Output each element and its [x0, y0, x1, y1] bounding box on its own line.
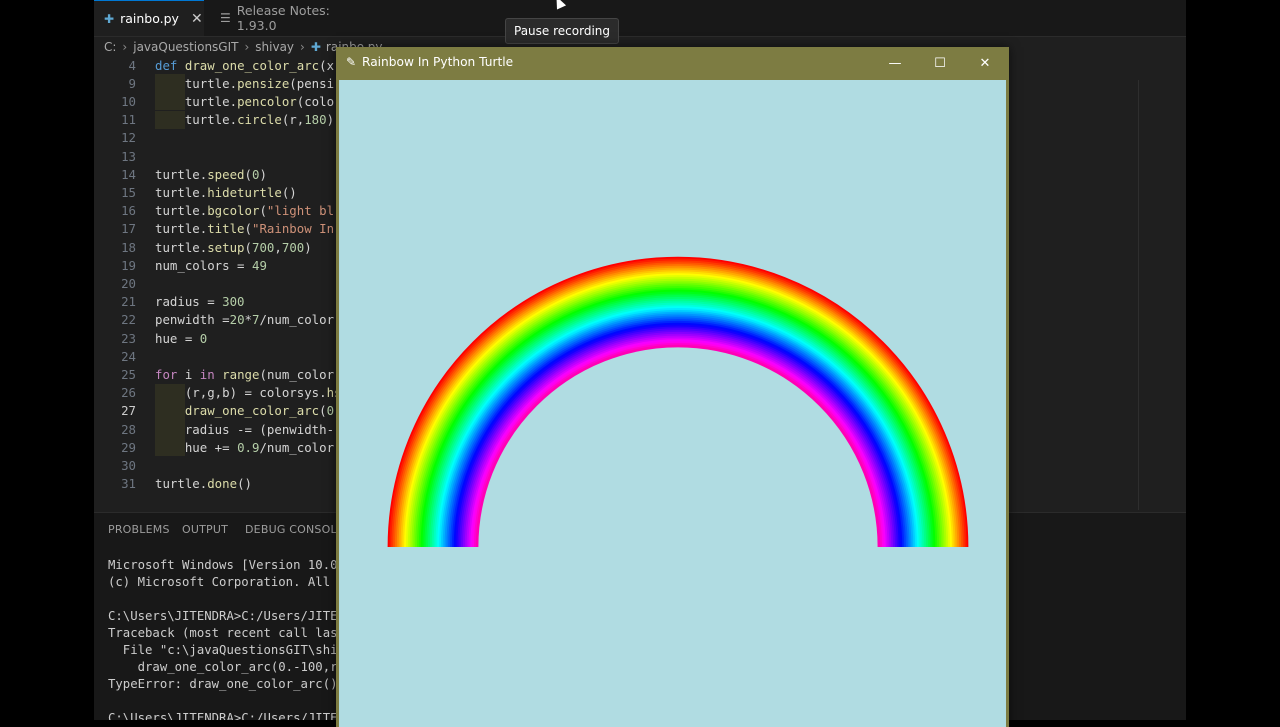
line-number: 14	[121, 166, 136, 182]
editor-ruler	[1138, 80, 1139, 510]
terminal-line: TypeError: draw_one_color_arc() m	[108, 677, 353, 691]
terminal-output[interactable]: Microsoft Windows [Version 10.0.2 (c) Mic…	[108, 557, 352, 720]
line-number: 17	[121, 221, 136, 237]
line-number: 29	[121, 439, 136, 455]
terminal-line: draw_one_color_arc(0.-100,rad	[108, 660, 353, 674]
turtle-title-bar[interactable]: ✎ Rainbow In Python Turtle — ☐ ✕	[336, 47, 1009, 79]
code-text: penwidth =20*7/num_color	[155, 312, 335, 328]
line-number: 21	[121, 294, 136, 310]
indent-highlight	[155, 110, 185, 129]
breadcrumb-folder[interactable]: javaQuestionsGIT	[133, 40, 238, 54]
close-button[interactable]: ✕	[962, 47, 1008, 79]
feather-icon: ✎	[346, 55, 357, 69]
tooltip-label: Pause recording	[514, 24, 610, 38]
turtle-window: ✎ Rainbow In Python Turtle — ☐ ✕	[336, 47, 1009, 727]
line-number: 18	[121, 239, 136, 255]
code-text: hue = 0	[155, 330, 208, 346]
terminal-line: C:\Users\JITENDRA>C:/Users/JITEND	[108, 711, 353, 720]
tab-label: Release Notes: 1.93.0	[236, 3, 330, 33]
tab-problems[interactable]: PROBLEMS	[108, 523, 170, 536]
line-number: 27	[121, 403, 136, 419]
code-text: num_colors = 49	[155, 257, 267, 273]
turtle-drawing	[339, 80, 1006, 727]
document-icon: ☰	[220, 11, 231, 25]
turtle-canvas	[339, 80, 1006, 727]
line-number: 12	[121, 130, 136, 146]
tab-output[interactable]: OUTPUT	[182, 523, 228, 536]
chevron-right-icon: ›	[244, 40, 250, 54]
python-file-icon: ✚	[310, 40, 321, 54]
line-number: 11	[121, 112, 136, 128]
window-title: Rainbow In Python Turtle	[362, 55, 514, 69]
line-number: 15	[121, 184, 136, 200]
terminal-line: File "c:\javaQuestionsGIT\shiva	[108, 643, 353, 657]
line-number: 13	[121, 148, 136, 164]
code-text: turtle.setup(700,700)	[155, 239, 312, 255]
line-number: 28	[121, 421, 136, 437]
line-number: 30	[121, 457, 136, 473]
indent-highlight	[155, 420, 185, 438]
tab-release-notes[interactable]: ☰ Release Notes: 1.93.0	[210, 0, 360, 36]
line-number: 20	[121, 275, 136, 291]
line-number: 31	[121, 476, 136, 492]
line-number: 16	[121, 203, 136, 219]
indent-highlight	[155, 74, 185, 93]
chevron-right-icon: ›	[122, 40, 128, 54]
maximize-button[interactable]: ☐	[917, 47, 963, 79]
code-text: turtle.done()	[155, 476, 252, 492]
screen-right-margin	[1186, 0, 1280, 720]
code-text: turtle.title("Rainbow In	[155, 221, 335, 237]
close-icon[interactable]: ✕	[191, 11, 203, 27]
screen-left-margin	[0, 0, 94, 720]
breadcrumb-subfolder[interactable]: shivay	[255, 40, 294, 54]
line-number: 26	[121, 385, 136, 401]
line-number: 4	[128, 57, 136, 73]
line-number: 25	[121, 366, 136, 382]
line-number: 9	[128, 75, 136, 91]
code-text: turtle.speed(0)	[155, 166, 267, 182]
indent-highlight	[155, 438, 185, 457]
code-text: turtle.hideturtle()	[155, 184, 297, 200]
terminal-line: (c) Microsoft Corporation. All ri	[108, 575, 353, 589]
line-number: 19	[121, 257, 136, 273]
indent-highlight	[155, 401, 185, 420]
pause-recording-tooltip: Pause recording	[505, 18, 619, 44]
line-number: 23	[121, 330, 136, 346]
line-number: 22	[121, 312, 136, 328]
minimize-button[interactable]: —	[872, 47, 918, 79]
tab-debug-console[interactable]: DEBUG CONSOLE	[245, 523, 344, 536]
code-text: def draw_one_color_arc(x	[155, 57, 335, 73]
line-number: 10	[121, 93, 136, 109]
code-text: for i in range(num_color	[155, 366, 335, 382]
indent-highlight	[155, 92, 185, 111]
tab-label: rainbo.py	[120, 11, 179, 26]
terminal-line: Microsoft Windows [Version 10.0.2	[108, 558, 353, 572]
indent-highlight	[155, 383, 185, 402]
breadcrumb-drive[interactable]: C:	[104, 40, 116, 54]
chevron-right-icon: ›	[300, 40, 305, 54]
code-text: radius = 300	[155, 294, 245, 310]
editor-tab-bar: ✚ rainbo.py ✕ ☰ Release Notes: 1.93.0	[94, 0, 1186, 37]
terminal-line: C:\Users\JITENDRA>C:/Users/JITEND	[108, 609, 353, 623]
tab-rainbo-py[interactable]: ✚ rainbo.py ✕	[94, 0, 204, 36]
line-number: 24	[121, 348, 136, 364]
terminal-line: Traceback (most recent call last)	[108, 626, 353, 640]
python-file-icon: ✚	[104, 11, 115, 26]
code-text: turtle.bgcolor("light bl	[155, 203, 335, 219]
